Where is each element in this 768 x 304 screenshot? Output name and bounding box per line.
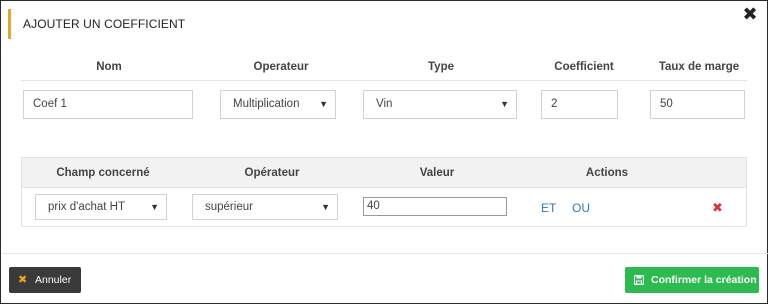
cancel-button-label: Annuler <box>35 274 72 286</box>
close-icon[interactable]: ✖ <box>741 5 759 23</box>
footer-divider <box>2 253 768 254</box>
ou-link[interactable]: OU <box>572 201 590 215</box>
header-condition-operateur: Opérateur <box>244 167 300 179</box>
dialog-title: AJOUTER UN COEFFICIENT <box>23 17 186 31</box>
title-accent-bar <box>8 9 11 39</box>
chevron-down-icon: ▼ <box>319 99 328 109</box>
header-divider <box>21 80 747 81</box>
condition-operateur-value: supérieur <box>205 201 253 213</box>
close-icon: ✖ <box>18 274 28 286</box>
dialog-header: AJOUTER UN COEFFICIENT ✖ <box>1 1 767 47</box>
chevron-down-icon: ▼ <box>150 202 159 212</box>
valeur-input[interactable]: 40 <box>363 197 507 216</box>
taux-marge-input[interactable]: 50 <box>650 90 745 119</box>
chevron-down-icon: ▼ <box>500 99 509 109</box>
header-operateur: Operateur <box>253 61 309 73</box>
et-link[interactable]: ET <box>541 201 556 215</box>
header-champ: Champ concerné <box>56 167 150 179</box>
add-coefficient-dialog: AJOUTER UN COEFFICIENT ✖ Nom Operateur T… <box>0 0 768 304</box>
type-select[interactable]: Vin ▼ <box>363 90 517 119</box>
operateur-select[interactable]: Multiplication ▼ <box>220 90 336 119</box>
header-valeur: Valeur <box>419 167 455 179</box>
header-actions: Actions <box>585 167 629 179</box>
save-icon <box>634 275 644 285</box>
header-nom: Nom <box>96 61 122 73</box>
confirm-button-label: Confirmer la création <box>651 274 757 286</box>
header-type: Type <box>428 61 454 73</box>
condition-operateur-select[interactable]: supérieur ▼ <box>192 194 338 220</box>
operateur-select-value: Multiplication <box>233 98 300 110</box>
type-select-value: Vin <box>376 98 393 110</box>
chevron-down-icon: ▼ <box>321 202 330 212</box>
header-taux-marge: Taux de marge <box>658 61 740 73</box>
header-coefficient: Coefficient <box>554 61 614 73</box>
condition-table-header: Champ concerné Opérateur Valeur Actions <box>22 158 746 188</box>
confirm-button[interactable]: Confirmer la création <box>625 267 759 293</box>
coefficient-input[interactable]: 2 <box>541 90 618 119</box>
champ-select-value: prix d'achat HT <box>48 201 125 213</box>
remove-icon[interactable]: ✖ <box>712 200 723 216</box>
cancel-button[interactable]: ✖ Annuler <box>9 267 81 293</box>
nom-input[interactable]: Coef 1 <box>23 90 193 119</box>
champ-select[interactable]: prix d'achat HT ▼ <box>35 194 167 220</box>
